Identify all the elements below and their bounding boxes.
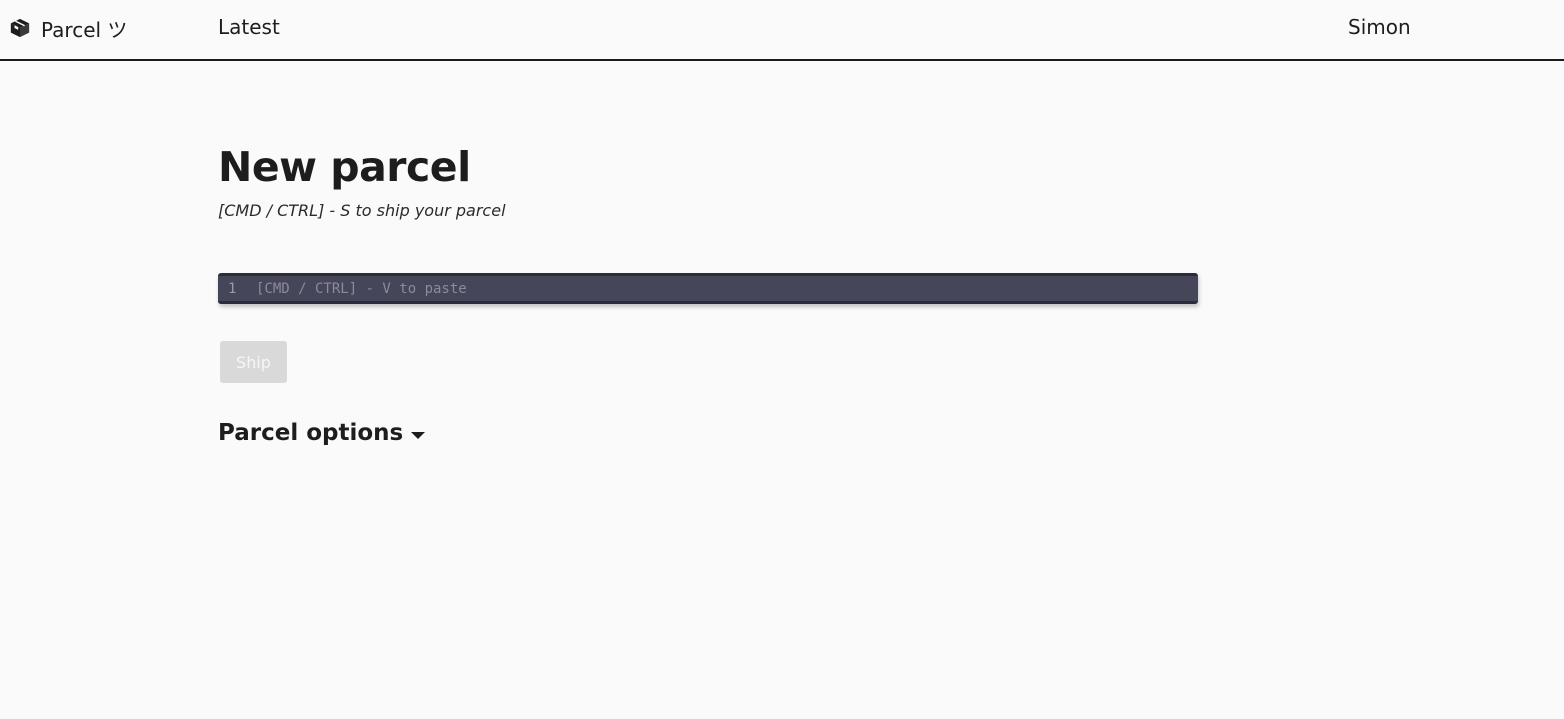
ship-button[interactable]: Ship	[220, 341, 287, 383]
brand-link[interactable]: Parcel ツ	[9, 15, 128, 42]
code-editor[interactable]: 1 [CMD / CTRL] - V to paste	[218, 273, 1198, 304]
package-icon	[9, 17, 31, 39]
editor-placeholder: [CMD / CTRL] - V to paste	[256, 280, 467, 297]
brand-label: Parcel ツ	[41, 17, 128, 42]
parcel-options-label: Parcel options	[218, 420, 404, 446]
line-number: 1	[228, 280, 237, 297]
top-nav-bar: Parcel ツ Latest Simon	[0, 0, 1564, 61]
caret-down-icon	[411, 431, 426, 439]
page-title: New parcel	[218, 143, 471, 191]
nav-latest-link[interactable]: Latest	[218, 15, 280, 39]
page-subtitle: [CMD / CTRL] - S to ship your parcel	[218, 201, 506, 220]
parcel-options-toggle[interactable]: Parcel options	[218, 420, 426, 446]
user-menu-link[interactable]: Simon	[1348, 15, 1411, 39]
